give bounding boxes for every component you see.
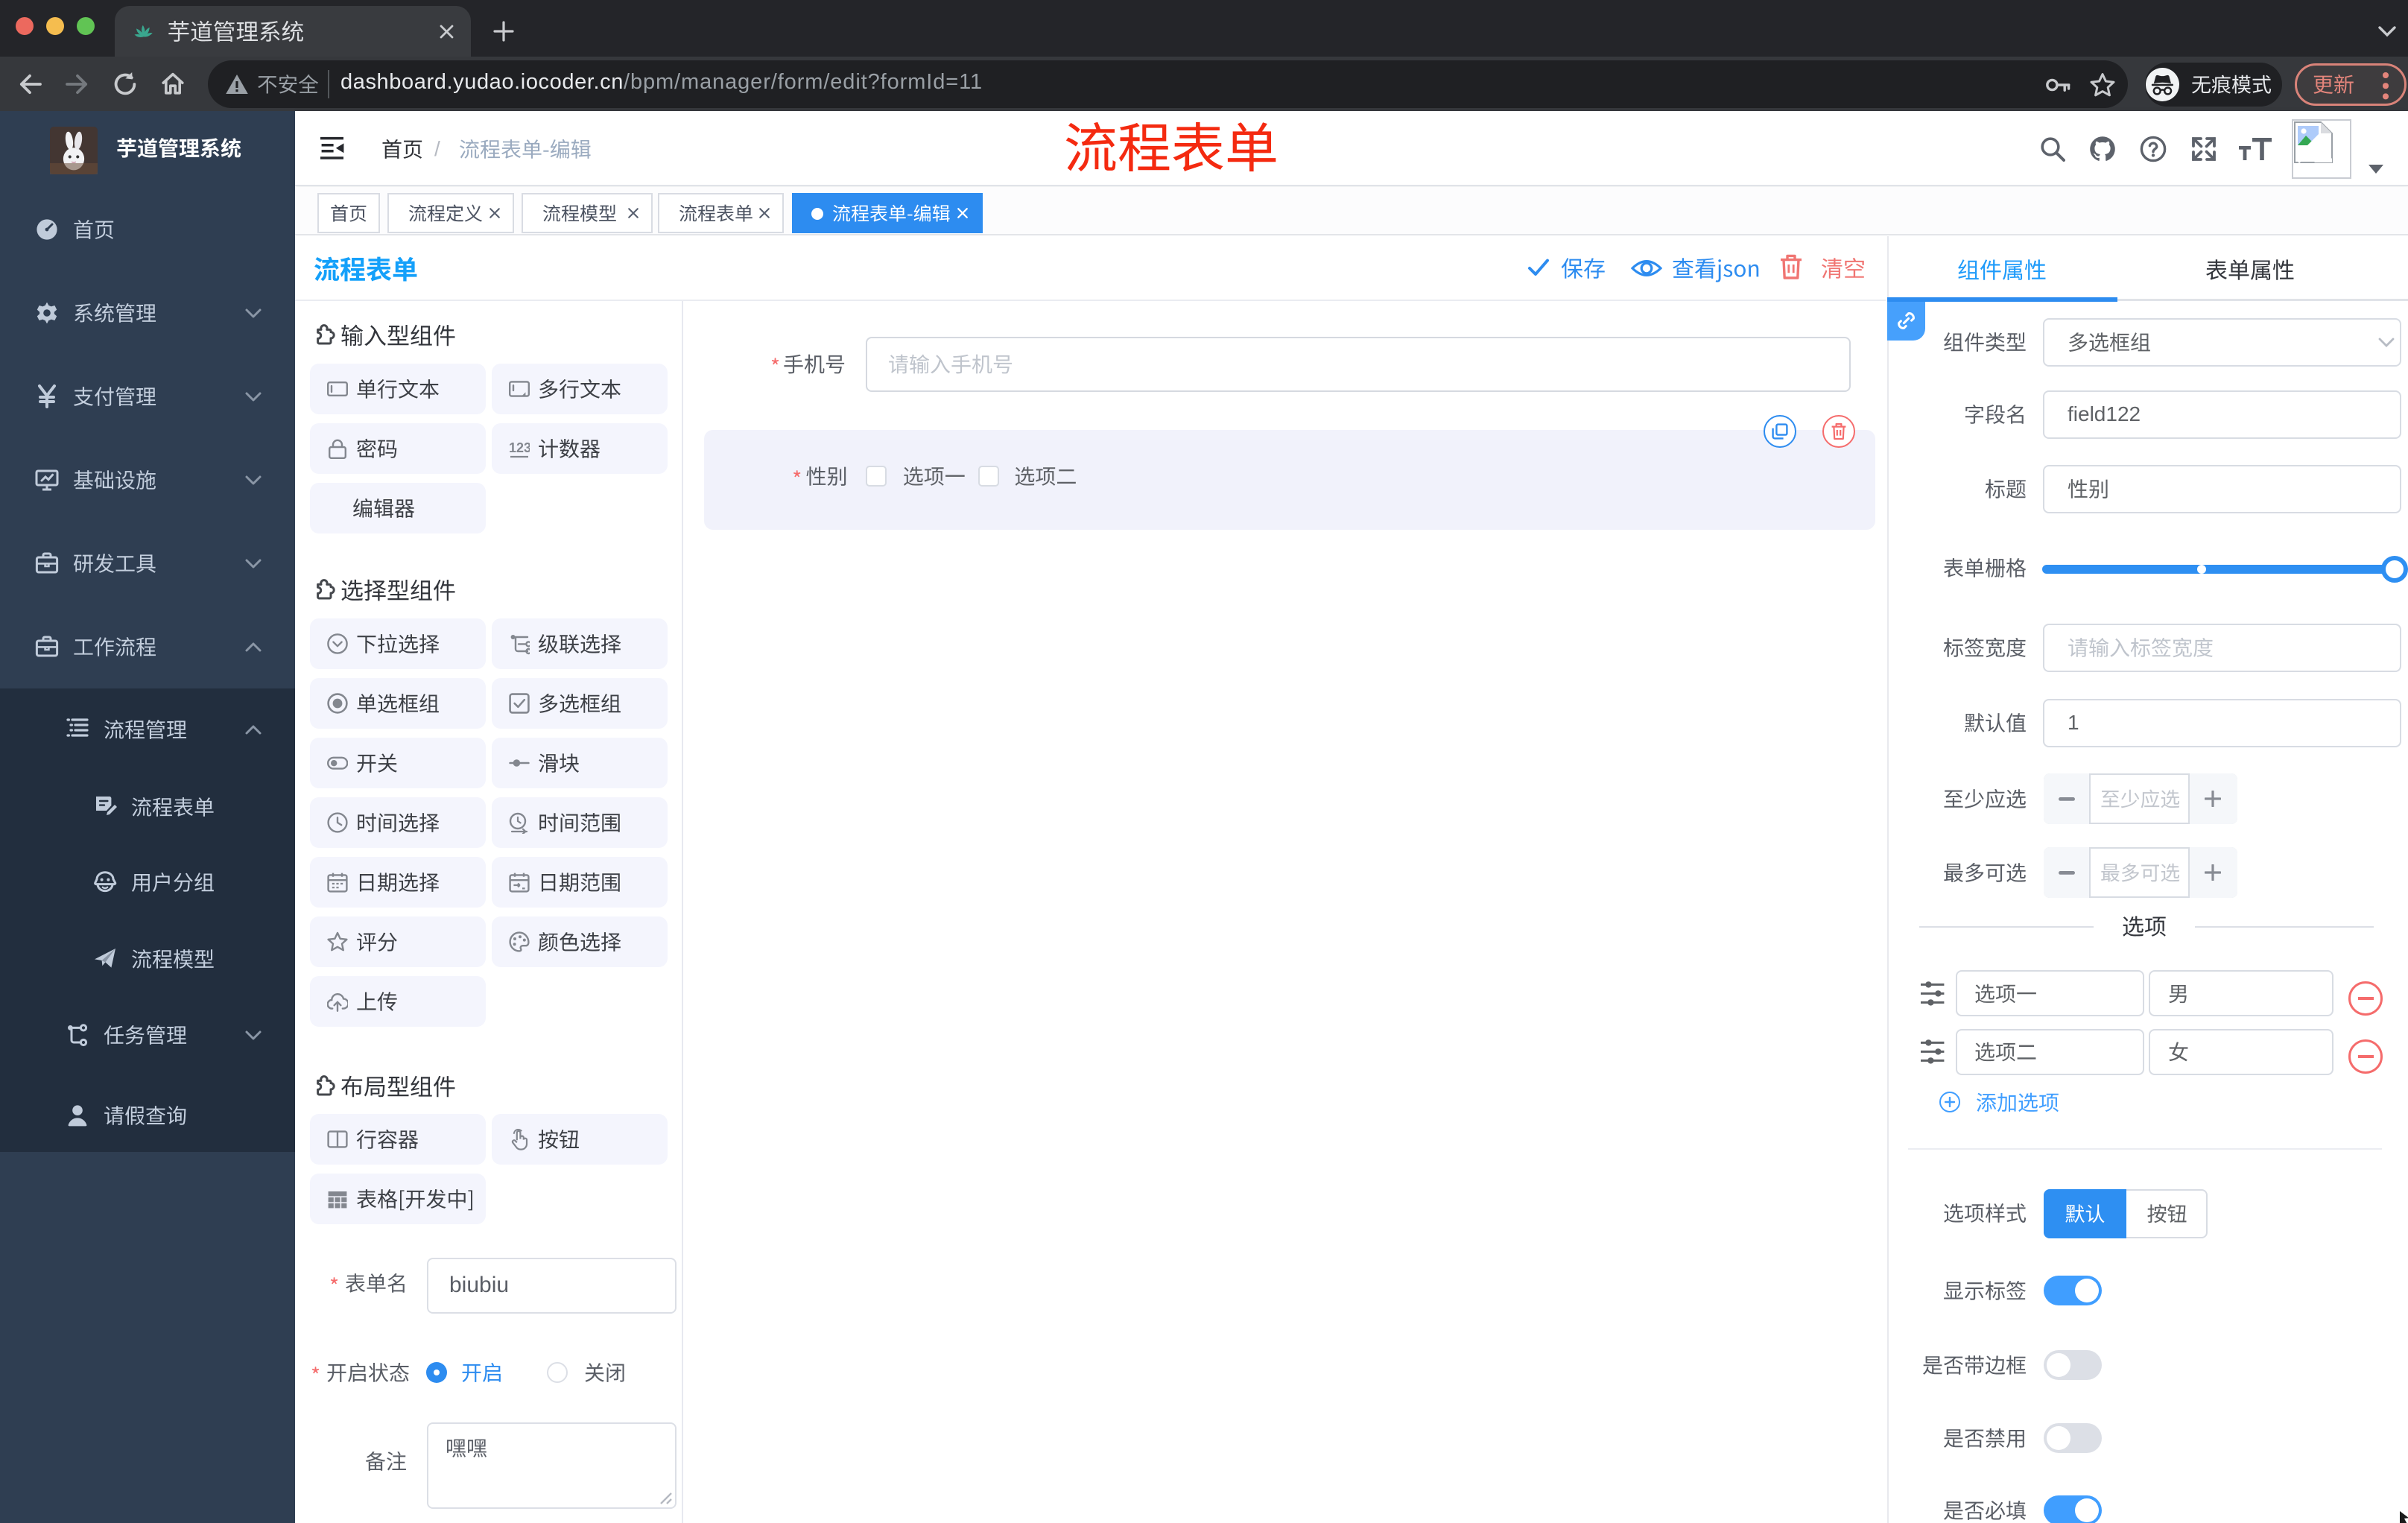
svg-text:123: 123 <box>509 440 530 455</box>
